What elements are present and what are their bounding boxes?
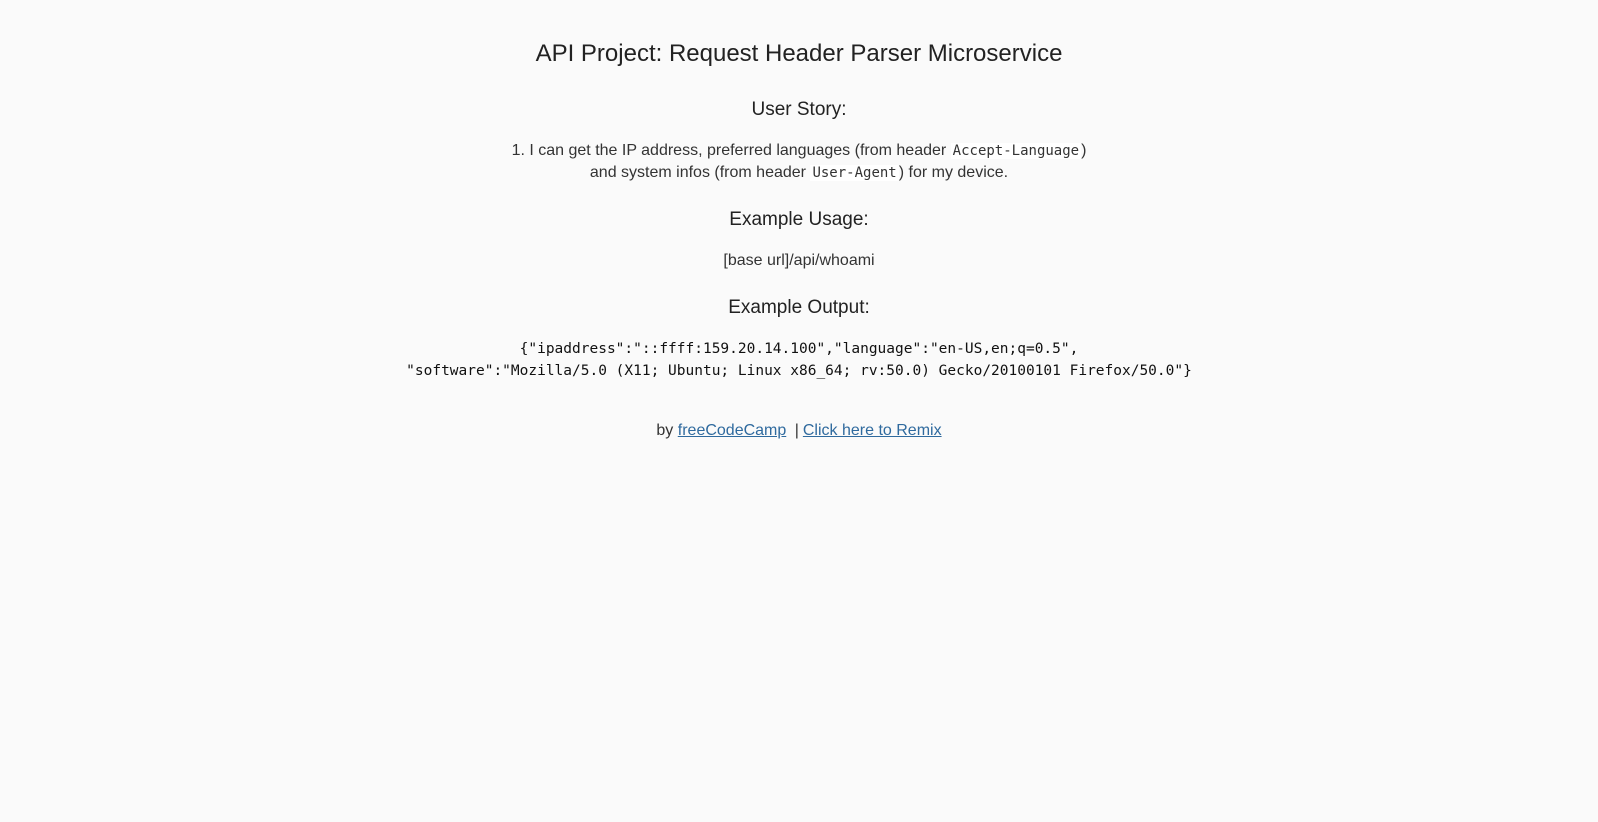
footer-by-label: by — [656, 422, 674, 439]
footer-separator: | — [794, 422, 799, 439]
example-usage-url: [base url]/api/whoami — [723, 252, 875, 269]
user-story-text-3: ) for my device. — [898, 164, 1009, 181]
accept-language-code: Accept-Language — [950, 143, 1082, 159]
example-output-code: {"ipaddress":"::ffff:159.20.14.100","lan… — [399, 338, 1199, 382]
user-story-line-2: and system infos (from header User-Agent… — [399, 162, 1199, 184]
user-story-line-1: 1. I can get the IP address, preferred l… — [399, 140, 1199, 162]
example-output-line-1: {"ipaddress":"::ffff:159.20.14.100","lan… — [519, 341, 1079, 357]
user-story-text-2: and system infos (from header — [589, 164, 811, 181]
footer: by freeCodeCamp | Click here to Remix — [399, 420, 1199, 442]
example-output-line-2: "software":"Mozilla/5.0 (X11; Ubuntu; Li… — [406, 363, 1192, 379]
user-story-item: 1. I can get the IP address, preferred l… — [399, 140, 1199, 184]
page-title: API Project: Request Header Parser Micro… — [535, 40, 1063, 67]
main-container: API Project: Request Header Parser Micro… — [399, 0, 1199, 442]
example-usage-heading: Example Usage: — [729, 209, 869, 230]
example-output-heading: Example Output: — [728, 297, 870, 318]
user-story-close-paren: ) — [1081, 142, 1087, 159]
user-agent-code: User-Agent — [810, 165, 899, 181]
freecodecamp-link[interactable]: freeCodeCamp — [678, 422, 787, 439]
user-story-text-1: 1. I can get the IP address, preferred l… — [511, 142, 951, 159]
user-story-heading: User Story: — [751, 99, 847, 120]
user-story-list: 1. I can get the IP address, preferred l… — [399, 140, 1199, 184]
remix-link[interactable]: Click here to Remix — [803, 422, 942, 439]
